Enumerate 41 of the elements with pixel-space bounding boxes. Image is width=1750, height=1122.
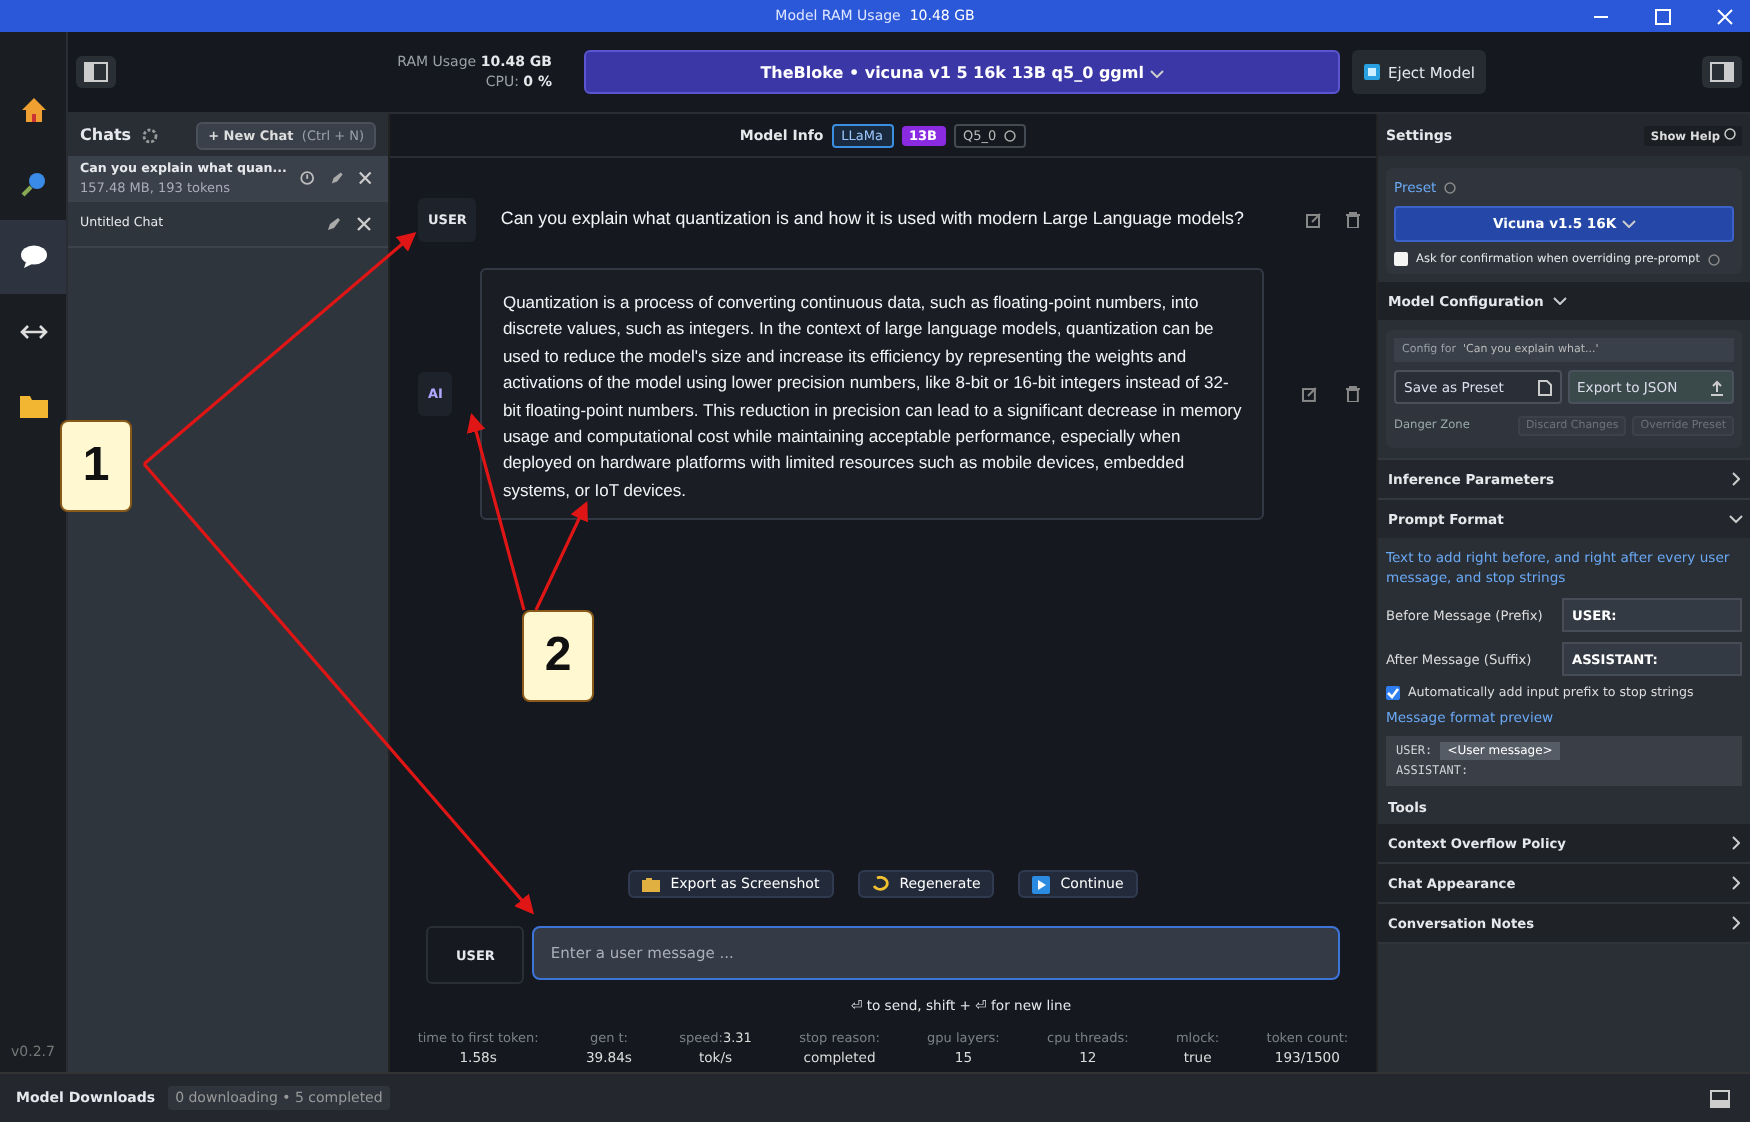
home-icon bbox=[19, 95, 47, 123]
left-right-arrow-icon bbox=[19, 323, 47, 339]
pencil-icon[interactable] bbox=[326, 216, 342, 232]
eject-icon bbox=[1364, 64, 1380, 80]
refresh-icon bbox=[871, 876, 890, 892]
settings-toggle-button[interactable] bbox=[1702, 56, 1742, 88]
folder-icon bbox=[19, 393, 47, 417]
chevron-icon bbox=[1729, 515, 1743, 523]
pencil-icon[interactable] bbox=[329, 170, 344, 186]
close-icon[interactable] bbox=[357, 170, 372, 186]
message-text: Can you explain what quantization is and how it is used with modern Large Language models? bbox=[500, 206, 1246, 233]
chevron-right-icon bbox=[1732, 836, 1740, 850]
chevron-icon bbox=[1552, 297, 1567, 305]
trash-icon[interactable] bbox=[1346, 386, 1360, 403]
model-selector[interactable]: TheBloke • vicuna v1 5 16k 13B q5_0 ggml bbox=[584, 50, 1340, 94]
callout-label: 1 bbox=[60, 420, 132, 512]
search-icon bbox=[19, 169, 47, 197]
speech-bubble-icon bbox=[19, 244, 47, 270]
panel-icon bbox=[84, 62, 108, 82]
chats-title: Chats bbox=[80, 126, 132, 144]
callout-label: 2 bbox=[522, 610, 594, 702]
trash-icon[interactable] bbox=[1346, 212, 1360, 228]
close-icon[interactable] bbox=[356, 216, 372, 232]
chevron-down-icon bbox=[1149, 69, 1164, 77]
chevron-right-icon bbox=[1732, 916, 1740, 930]
panel-icon bbox=[1710, 62, 1734, 82]
file-icon bbox=[1537, 379, 1551, 395]
play-icon bbox=[1032, 875, 1051, 893]
chevron-down-icon bbox=[1621, 220, 1636, 228]
chevron-right-icon bbox=[1732, 876, 1740, 890]
sidebar-toggle-button[interactable] bbox=[76, 56, 116, 88]
maximize-icon[interactable] bbox=[1654, 8, 1672, 26]
upload-icon bbox=[1710, 379, 1724, 395]
nav-item[interactable] bbox=[0, 220, 66, 294]
edit-icon[interactable] bbox=[1306, 212, 1322, 228]
message-text: Quantization is a process of converting continuous data, such as floating-point numbers, into discrete values, such as integers. In the context of large language models, quantization can be used to reduce the model's size and increase its efficiency by representing the weights and activations of the model using lower precision numbers, like 8-bit or 16-bit integers instead of 32-bit floating-point numbers. This reduction in precision can lead to a significant decrease in memory usage and computational cost while maintaining acceptable performance, especially when deployed on hardware platforms with limited resources such as mobile devices, embedded systems, or IoT devices. bbox=[502, 292, 1242, 500]
chevron-icon bbox=[1732, 472, 1740, 486]
panel-icon[interactable] bbox=[1710, 1089, 1730, 1107]
checkbox[interactable] bbox=[1386, 686, 1400, 700]
checkbox[interactable] bbox=[1394, 252, 1408, 266]
edit-icon[interactable] bbox=[1302, 386, 1319, 403]
